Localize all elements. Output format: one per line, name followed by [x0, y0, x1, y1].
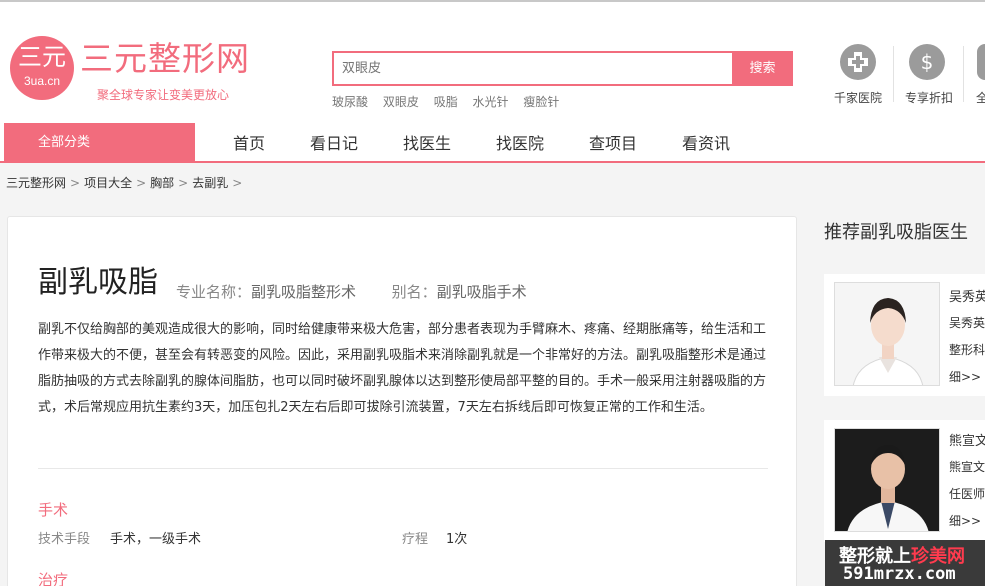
svg-text:$: $ — [921, 50, 934, 74]
header-divider — [963, 46, 964, 102]
course-value: 1次 — [446, 532, 468, 547]
window-top-border — [0, 0, 985, 2]
breadcrumb-separator: > — [232, 176, 243, 190]
section-title-surgery: 手术 — [38, 501, 69, 519]
breadcrumb-separator: > — [136, 176, 147, 190]
main-nav: 全部分类 首页 看日记 找医生 找医院 查项目 看资讯 — [0, 123, 985, 163]
nav-item-diary[interactable]: 看日记 — [310, 123, 358, 163]
nav-item-hospitals[interactable]: 找医院 — [496, 123, 544, 163]
site-header: 三元 3ua.cn 三元整形网 聚全球专家让变美更放心 搜索 玻尿酸 双眼皮 吸… — [0, 0, 985, 123]
doctor-info: 熊宣文 — [949, 460, 985, 474]
doctor-name[interactable]: 吴秀英 — [949, 286, 985, 305]
alias-label: 别名： — [391, 283, 437, 301]
partial-icon[interactable] — [977, 44, 985, 80]
breadcrumb: 三元整形网 > 项目大全 > 胸部 > 去副乳 > — [6, 174, 246, 191]
header-link-hospitals[interactable]: 千家医院 — [834, 89, 882, 106]
watermark-overlay: 整形就上珍美网 591mrzx.com — [825, 540, 985, 586]
doctor-info: 整形科 — [949, 343, 985, 357]
doctor-name[interactable]: 熊宣文 — [949, 430, 985, 449]
nav-item-projects[interactable]: 查项目 — [589, 123, 637, 163]
nav-item-home[interactable]: 首页 — [233, 123, 265, 163]
watermark-url: 591mrzx.com — [843, 564, 956, 584]
doctor-photo[interactable] — [834, 428, 940, 532]
doctor-card[interactable]: 吴秀英 吴秀英 整形科 细>> — [824, 274, 985, 396]
doctor-info: 吴秀英 — [949, 316, 985, 330]
hospital-cross-icon[interactable] — [840, 44, 876, 80]
doctor-card[interactable]: 熊宣文 熊宣文 任医师 细>> — [824, 420, 985, 542]
header-divider — [893, 46, 894, 102]
header-link-discounts[interactable]: 专享折扣 — [905, 89, 953, 106]
breadcrumb-link[interactable]: 项目大全 — [84, 176, 132, 190]
hot-word-link[interactable]: 瘦脸针 — [523, 95, 559, 109]
doctor-photo[interactable] — [834, 282, 940, 386]
project-meta: 专业名称：副乳吸脂整形术 别名：副乳吸脂手术 — [176, 281, 527, 302]
search-input[interactable] — [334, 53, 732, 84]
breadcrumb-link[interactable]: 胸部 — [150, 176, 174, 190]
search-button[interactable]: 搜索 — [732, 51, 793, 86]
nav-all-categories[interactable]: 全部分类 — [4, 123, 195, 163]
project-description: 副乳不仅给胸部的美观造成很大的影响，同时给健康带来极大危害，部分患者表现为手臂麻… — [38, 322, 767, 415]
breadcrumb-separator: > — [70, 176, 81, 190]
tech-label: 技术手段 — [38, 532, 91, 547]
doctor-detail-link[interactable]: 细>> — [949, 368, 981, 385]
search-box — [332, 51, 732, 86]
pro-name-label: 专业名称： — [176, 283, 252, 301]
page-title: 副乳吸脂 — [38, 265, 158, 300]
site-slogan: 聚全球专家让变美更放心 — [97, 88, 230, 102]
doctor-detail-link[interactable]: 细>> — [949, 512, 981, 529]
pro-name-value: 副乳吸脂整形术 — [251, 283, 357, 301]
section-divider — [38, 468, 768, 469]
logo-domain: 3ua.cn — [23, 74, 61, 88]
breadcrumb-link[interactable]: 三元整形网 — [6, 176, 66, 190]
hot-search-words: 玻尿酸 双眼皮 吸脂 水光针 瘦脸针 — [332, 93, 570, 110]
dollar-discount-icon[interactable]: $ — [909, 44, 945, 80]
breadcrumb-separator: > — [178, 176, 189, 190]
hot-word-link[interactable]: 双眼皮 — [383, 95, 419, 109]
site-logo[interactable]: 三元 3ua.cn — [10, 36, 74, 100]
hot-word-link[interactable]: 吸脂 — [434, 95, 458, 109]
course-label: 疗程 — [402, 532, 429, 547]
nav-item-news[interactable]: 看资讯 — [682, 123, 730, 163]
sidebar-title: 推荐副乳吸脂医生 — [824, 222, 968, 243]
section-title-treatment: 治疗 — [38, 571, 69, 586]
project-card: 副乳吸脂 专业名称：副乳吸脂整形术 别名：副乳吸脂手术 副乳不仅给胸部的美观造成… — [7, 216, 797, 586]
logo-text: 三元 — [18, 43, 66, 71]
doctor-info: 任医师 — [949, 487, 985, 501]
breadcrumb-link[interactable]: 去副乳 — [192, 176, 228, 190]
header-link-partial[interactable]: 全 — [976, 89, 985, 106]
alias-value: 副乳吸脂手术 — [436, 283, 527, 301]
hot-word-link[interactable]: 玻尿酸 — [332, 95, 368, 109]
hot-word-link[interactable]: 水光针 — [473, 95, 509, 109]
site-name[interactable]: 三元整形网 — [80, 40, 250, 78]
tech-value: 手术，一级手术 — [110, 532, 202, 547]
nav-item-doctors[interactable]: 找医生 — [403, 123, 451, 163]
